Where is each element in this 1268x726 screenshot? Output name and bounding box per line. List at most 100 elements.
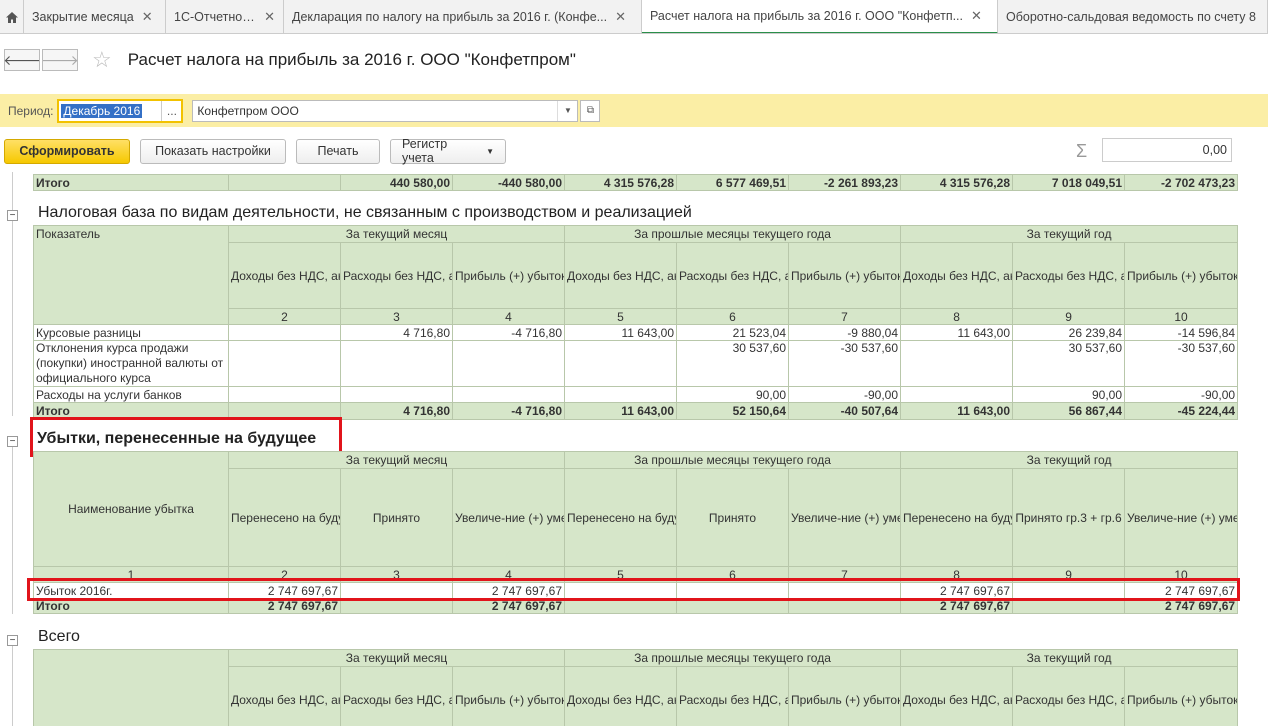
column-header: Расходы без НДС, акцизов и пошлин [676,242,789,309]
cell [340,386,453,403]
total-cell: 11 643,00 [900,402,1014,420]
cell: -30 537,60 [787,340,902,387]
column-number: 6 [676,308,789,325]
group-header: За текущий месяц [228,451,565,469]
organization-value: Конфетпром ООО [197,103,299,118]
column-number: 7 [787,308,902,325]
column-header: Доходы без НДС, акцизов и пошлин [228,242,341,309]
close-icon[interactable]: ✕ [615,9,626,25]
star-icon[interactable]: ☆ [92,47,112,73]
cell [900,386,1014,403]
tab-label: Декларация по налогу на прибыль за 2016 … [292,10,608,24]
column-header: Увеличе-ние (+) уменьше-ние (-) налогово… [452,468,565,567]
cell: 30 537,60 [1012,340,1126,387]
total-cell: 52 150,64 [676,402,789,420]
cell [228,340,341,387]
table-row[interactable]: Курсовые разницы 4 716,80 -4 716,80 11 6… [33,324,1239,341]
column-number: 4 [452,308,565,325]
tab-1c-reporting[interactable]: 1С-Отчетность ✕ [166,0,284,33]
column-header: Прибыль (+) убыток (-) гр.5 - гр.6 [787,666,902,726]
group-line [12,444,13,614]
cell: 26 239,84 [1012,324,1126,341]
close-icon[interactable]: ✕ [264,9,275,25]
cell: 11 643,00 [900,324,1014,341]
back-button[interactable]: 🡐 [3,49,41,71]
table-row[interactable]: Отклонения курса продажи (покупки) иност… [33,340,1239,387]
organization-field[interactable]: Конфетпром ООО ▼ [192,99,579,122]
total-cell: 11 643,00 [564,402,677,420]
row-label: Отклонения курса продажи (покупки) иност… [33,340,229,387]
column-header: Расходы без НДС, акцизов и пошлин [676,666,789,726]
close-icon[interactable]: ✕ [142,9,153,25]
collapse-icon[interactable]: − [7,210,18,221]
column-number: 2 [228,308,341,325]
group-header: За текущий год [900,225,1239,243]
group-header: За прошлые месяцы текущего года [563,649,902,667]
column-header: Принято гр.3 + гр.6 [1012,468,1126,567]
column-header: Перенесено на будущее [228,468,341,567]
tab-label: 1С-Отчетность [174,10,257,24]
collapse-icon[interactable]: − [7,436,18,447]
cell: 21 523,04 [676,324,789,341]
cell [564,340,677,387]
total-cell: 4 315 576,28 [900,174,1013,191]
column-header: Принято [340,468,453,567]
tab-declaration[interactable]: Декларация по налогу на прибыль за 2016 … [284,0,642,33]
column-header: Перенесено на будущее гр.2 + гр.5 [900,468,1014,567]
section-title: Всего [38,628,80,645]
cell: 4 716,80 [340,324,453,341]
home-icon[interactable] [0,0,24,33]
page-title: Расчет налога на прибыль за 2016 г. ООО … [127,50,576,69]
column-number: 9 [1012,308,1126,325]
column-header: Доходы без НДС, акцизов и пошлин гр.2 + … [900,242,1014,309]
total-cell: 6 577 469,51 [676,174,789,191]
cell: 30 537,60 [676,340,789,387]
total-cell: 56 867,44 [1012,402,1126,420]
column-number: 3 [340,308,453,325]
forward-button[interactable]: 🡒 [41,49,79,71]
tab-label: Оборотно-сальдовая ведомость по счету 8 [1006,10,1256,24]
column-header: Доходы без НДС, акцизов и пошлин [564,666,677,726]
period-select-button[interactable]: ... [161,100,181,121]
cell: -9 880,04 [787,324,902,341]
cell: -30 537,60 [1124,340,1239,387]
close-icon[interactable]: ✕ [971,8,982,24]
group-line [12,172,13,416]
period-field[interactable]: Декабрь 2016 ... [57,98,184,123]
column-header: Прибыль (+) убыток (-) гр.2 - гр.3 [452,666,565,726]
column-header: Прибыль (+) убыток (-) гр.2 - гр.3 [452,242,565,309]
chevron-down-icon[interactable]: ▼ [557,100,577,121]
column-header: Принято [676,468,789,567]
tab-label: Закрытие месяца [32,10,134,24]
cell [900,340,1014,387]
tab-balance-sheet[interactable]: Оборотно-сальдовая ведомость по счету 8 [998,0,1268,33]
column-number: 8 [900,308,1014,325]
title-bar: 🡐 🡒 ☆ Расчет налога на прибыль за 2016 г… [0,42,1268,78]
column-header: Расходы без НДС, акцизов и пошлин [340,666,453,726]
register-button[interactable]: Регистр учета ▼ [390,137,506,165]
open-icon[interactable]: ⧉ [580,99,601,122]
group-header: За текущий год [900,451,1239,469]
total-cell: -4 716,80 [452,402,565,420]
register-label: Регистр учета [402,137,448,165]
tab-month-close[interactable]: Закрытие месяца ✕ [24,0,166,33]
total-cell: 4 315 576,28 [564,174,677,191]
arrow-right-icon: 🡒 [41,51,79,68]
generate-button[interactable]: Сформировать [4,138,130,164]
column-header: Показатель [33,225,229,325]
column-header: Доходы без НДС, акцизов и пошлин гр.2 + … [900,666,1014,726]
cell: -4 716,80 [452,324,565,341]
total-cell: 4 716,80 [340,402,453,420]
group-header: За текущий месяц [228,649,565,667]
report-area[interactable]: Итого 440 580,00 -440 580,00 4 315 576,2… [0,172,1268,726]
tab-tax-calc[interactable]: Расчет налога на прибыль за 2016 г. ООО … [642,0,998,33]
print-button[interactable]: Печать [296,138,380,164]
total-cell: 440 580,00 [340,174,453,191]
column-header: Перенесено на будущее [564,468,677,567]
group-header: За текущий месяц [228,225,565,243]
column-header: Доходы без НДС, акцизов и пошлин [228,666,341,726]
column-header: Прибыль (+) убыток (-) гр.4 + гр.7 [1124,242,1239,309]
show-settings-button[interactable]: Показать настройки [140,138,286,164]
collapse-icon[interactable]: − [7,635,18,646]
table-row[interactable]: Расходы на услуги банков 90,00 -90,00 90… [33,386,1239,403]
